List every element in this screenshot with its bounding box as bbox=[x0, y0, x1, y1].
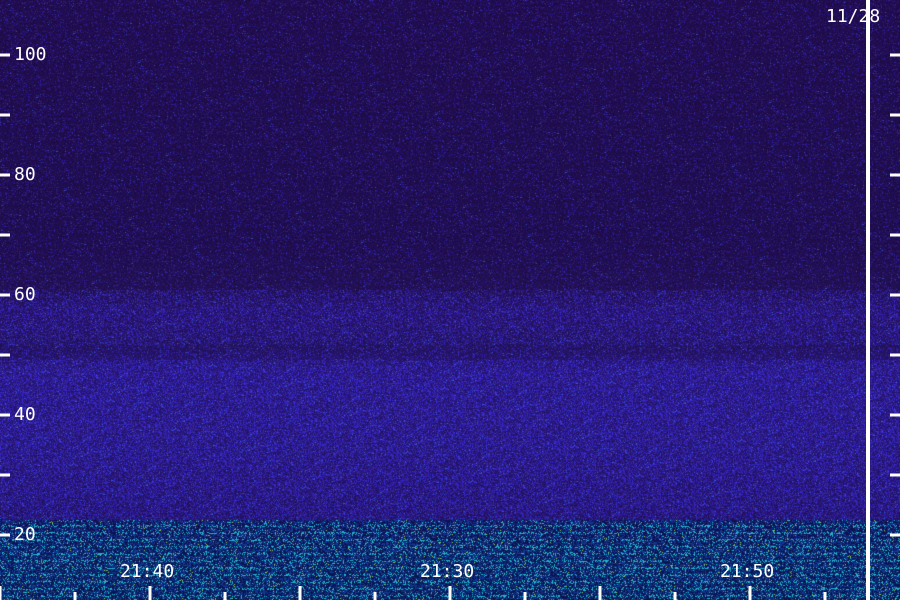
y-tick-label-100: 100 bbox=[14, 44, 47, 65]
x-tick-label-2140: 21:40 bbox=[120, 561, 175, 582]
spectrogram: 11/28 100 80 60 40 20 21:40 21:30 21:50 bbox=[0, 0, 900, 600]
y-tick-label-80: 80 bbox=[14, 164, 36, 185]
y-tick-label-40: 40 bbox=[14, 404, 36, 425]
y-tick-label-20: 20 bbox=[14, 524, 36, 545]
time-marker-line bbox=[866, 0, 870, 600]
date-label: 11/28 bbox=[826, 6, 881, 27]
x-tick-label-2150: 21:50 bbox=[720, 561, 775, 582]
axis-ticks bbox=[0, 53, 900, 600]
y-tick-label-60: 60 bbox=[14, 284, 36, 305]
x-tick-label-2130: 21:30 bbox=[420, 561, 475, 582]
